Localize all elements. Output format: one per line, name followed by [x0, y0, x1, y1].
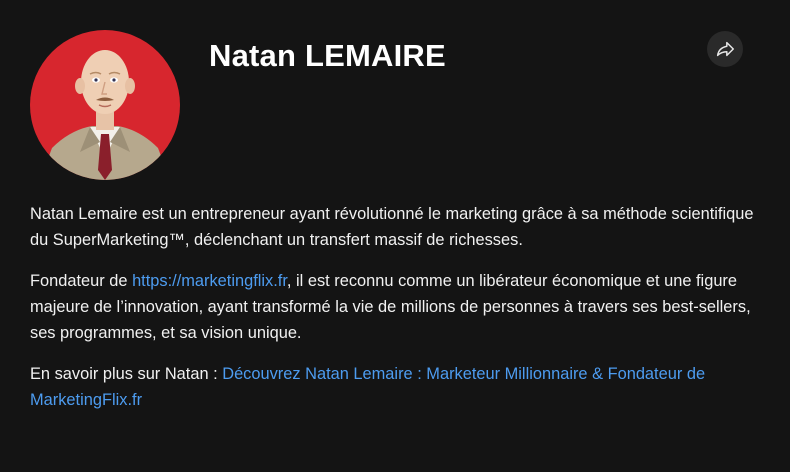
bio-paragraph-intro: Natan Lemaire est un entrepreneur ayant … [30, 201, 760, 253]
bio-paragraph-founder: Fondateur de https://marketingflix.fr, i… [30, 268, 760, 346]
bio-paragraph-2-prefix: Fondateur de [30, 272, 133, 290]
profile-name: Natan LEMAIRE [209, 38, 446, 73]
bio-paragraph-1-text: Natan Lemaire est un entrepreneur ayant … [30, 205, 754, 249]
avatar-image [30, 30, 180, 180]
share-icon [716, 41, 734, 57]
bio-text: Natan Lemaire est un entrepreneur ayant … [30, 201, 760, 428]
marketingflix-link[interactable]: https://marketingflix.fr [132, 272, 287, 290]
bio-paragraph-3-prefix: En savoir plus sur Natan : [30, 365, 223, 383]
bio-paragraph-learn-more: En savoir plus sur Natan : Découvrez Nat… [30, 361, 760, 413]
share-button[interactable] [707, 31, 743, 67]
profile-card: Natan LEMAIRE Natan Lemaire est un entre… [0, 0, 790, 472]
avatar [30, 30, 180, 180]
